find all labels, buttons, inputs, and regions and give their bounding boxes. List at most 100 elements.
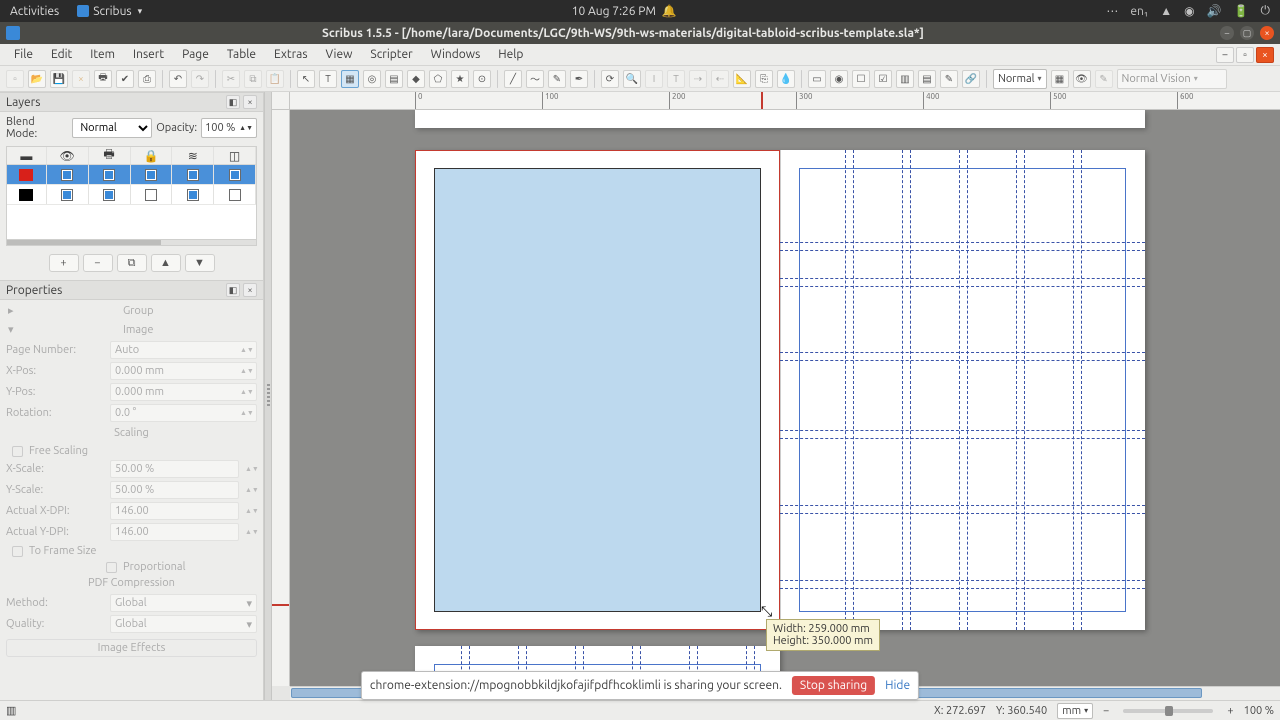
group-section[interactable]: ▸Group <box>6 302 257 319</box>
shape-icon[interactable]: ◆ <box>407 70 425 88</box>
volume-icon[interactable]: 🔊 <box>1207 4 1222 18</box>
doc-restore-button[interactable]: ▫ <box>1236 47 1254 63</box>
menu-page[interactable]: Page <box>174 46 217 63</box>
layer-down-button[interactable]: ▼ <box>185 254 215 272</box>
undo-icon[interactable]: ↶ <box>169 70 187 88</box>
page-number-field[interactable]: Auto▲▼ <box>110 341 257 359</box>
edit-text-icon[interactable]: I <box>645 70 663 88</box>
doc-close-button[interactable]: × <box>1256 47 1274 63</box>
rotation-field[interactable]: 0.0 °▲▼ <box>110 404 257 422</box>
layer-add-button[interactable]: + <box>49 254 79 272</box>
menu-table[interactable]: Table <box>219 46 264 63</box>
free-scaling-radio[interactable] <box>12 446 23 457</box>
pdf-text-icon[interactable]: ☐ <box>852 70 870 88</box>
copy-icon[interactable]: ⧉ <box>244 70 262 88</box>
export-pdf-icon[interactable]: ⎙ <box>138 70 156 88</box>
layer-row[interactable] <box>7 165 256 185</box>
vertical-ruler[interactable] <box>272 110 290 686</box>
tray-menu-icon[interactable]: ⋯ <box>1106 4 1118 18</box>
table-icon[interactable]: ▤ <box>385 70 403 88</box>
layer-up-button[interactable]: ▲ <box>151 254 181 272</box>
line-icon[interactable]: ╱ <box>504 70 522 88</box>
image-section[interactable]: ▾Image <box>6 321 257 338</box>
zoom-in-icon[interactable]: + <box>1227 705 1233 717</box>
freehand-icon[interactable]: ✎ <box>548 70 566 88</box>
menu-item[interactable]: Item <box>82 46 123 63</box>
paste-icon[interactable]: 📋 <box>266 70 284 88</box>
props-detach-icon[interactable]: ◧ <box>226 283 240 297</box>
preview-mode-combo[interactable]: Normal▾ <box>993 69 1047 89</box>
layer-dup-button[interactable]: ⧉ <box>117 254 147 272</box>
image-effects-button[interactable]: Image Effects <box>6 639 257 657</box>
spiral-icon[interactable]: ⊙ <box>473 70 491 88</box>
method-combo[interactable]: Global▾ <box>110 594 257 612</box>
actual-ydpi-field[interactable]: 146.00 <box>110 523 239 541</box>
document-viewport[interactable]: ⤡ Width: 259.000 mmHeight: 350.000 mm <box>290 110 1280 686</box>
pdf-check-icon[interactable]: ☑ <box>874 70 892 88</box>
lang-indicator[interactable]: en₁ <box>1130 5 1148 18</box>
power-icon[interactable]: ⏻ <box>1261 4 1271 18</box>
layers-hscroll[interactable] <box>6 240 257 246</box>
pdf-radio-icon[interactable]: ◉ <box>830 70 848 88</box>
calligraphy-icon[interactable]: ✒ <box>570 70 588 88</box>
vision-mode-combo[interactable]: Normal Vision▾ <box>1117 69 1227 89</box>
image-frame-icon[interactable]: ▦ <box>341 70 359 88</box>
close-doc-icon[interactable]: × <box>72 70 90 88</box>
app-menu[interactable]: Scribus <box>77 5 142 18</box>
proportional-check[interactable] <box>106 562 117 573</box>
ypos-field[interactable]: 0.000 mm▲▼ <box>110 383 257 401</box>
layers-close-icon[interactable]: × <box>243 95 257 109</box>
to-frame-radio[interactable] <box>12 546 23 557</box>
opacity-spinner[interactable]: 100 %▲▼ <box>201 118 257 138</box>
menu-view[interactable]: View <box>318 46 361 63</box>
preview-icon[interactable]: 👁 <box>1073 70 1091 88</box>
layers-detach-icon[interactable]: ◧ <box>226 95 240 109</box>
arc-icon[interactable]: ⬠ <box>429 70 447 88</box>
actual-xdpi-field[interactable]: 146.00 <box>110 502 239 520</box>
cut-icon[interactable]: ✂ <box>222 70 240 88</box>
network-icon[interactable]: ▲ <box>1160 4 1172 18</box>
edit-in-preview-icon[interactable]: ✎ <box>1095 70 1113 88</box>
copy-props-icon[interactable]: ⎘ <box>755 70 773 88</box>
yscale-field[interactable]: 50.00 % <box>110 481 239 499</box>
close-button[interactable]: × <box>1260 26 1274 40</box>
open-icon[interactable]: 📂 <box>28 70 46 88</box>
pdf-button-icon[interactable]: ▭ <box>808 70 826 88</box>
horizontal-ruler[interactable]: 0 100 200 300 400 500 600 <box>290 92 1280 110</box>
battery-icon[interactable]: 🔋 <box>1234 4 1249 18</box>
stop-sharing-button[interactable]: Stop sharing <box>792 676 875 695</box>
pdf-link-icon[interactable]: 🔗 <box>962 70 980 88</box>
doc-minimize-button[interactable]: – <box>1216 47 1234 63</box>
redo-icon[interactable]: ↷ <box>191 70 209 88</box>
blend-mode-select[interactable]: Normal <box>72 118 152 138</box>
a11y-icon[interactable]: ◉ <box>1184 4 1194 18</box>
maximize-button[interactable]: ▢ <box>1240 26 1254 40</box>
menu-file[interactable]: File <box>6 46 41 63</box>
xpos-field[interactable]: 0.000 mm▲▼ <box>110 362 257 380</box>
activities-button[interactable]: Activities <box>10 5 59 18</box>
select-tool-icon[interactable]: ↖ <box>297 70 315 88</box>
eyedropper-icon[interactable]: 💧 <box>777 70 795 88</box>
bezier-icon[interactable]: 〜 <box>526 70 544 88</box>
unit-combo[interactable]: mm▾ <box>1057 703 1093 719</box>
zoom-slider[interactable] <box>1123 709 1213 713</box>
menu-help[interactable]: Help <box>490 46 531 63</box>
polygon-icon[interactable]: ★ <box>451 70 469 88</box>
status-pages-icon[interactable]: ▥ <box>6 704 16 717</box>
layer-remove-button[interactable]: − <box>83 254 113 272</box>
new-doc-icon[interactable]: ▫ <box>6 70 24 88</box>
properties-panel-header[interactable]: Properties ◧ × <box>0 280 263 300</box>
rotate-icon[interactable]: ⟳ <box>601 70 619 88</box>
menu-windows[interactable]: Windows <box>423 46 489 63</box>
menu-edit[interactable]: Edit <box>43 46 80 63</box>
hide-banner-button[interactable]: Hide <box>885 679 910 692</box>
link-frames-icon[interactable]: ⇢ <box>689 70 707 88</box>
props-close-icon[interactable]: × <box>243 283 257 297</box>
toggle-cms-icon[interactable]: ▦ <box>1051 70 1069 88</box>
menu-scripter[interactable]: Scripter <box>362 46 420 63</box>
quality-combo[interactable]: Global▾ <box>110 615 257 633</box>
render-frame-icon[interactable]: ◎ <box>363 70 381 88</box>
pdf-annot-icon[interactable]: ✎ <box>940 70 958 88</box>
pdf-list-icon[interactable]: ▤ <box>918 70 936 88</box>
text-frame-icon[interactable]: T <box>319 70 337 88</box>
